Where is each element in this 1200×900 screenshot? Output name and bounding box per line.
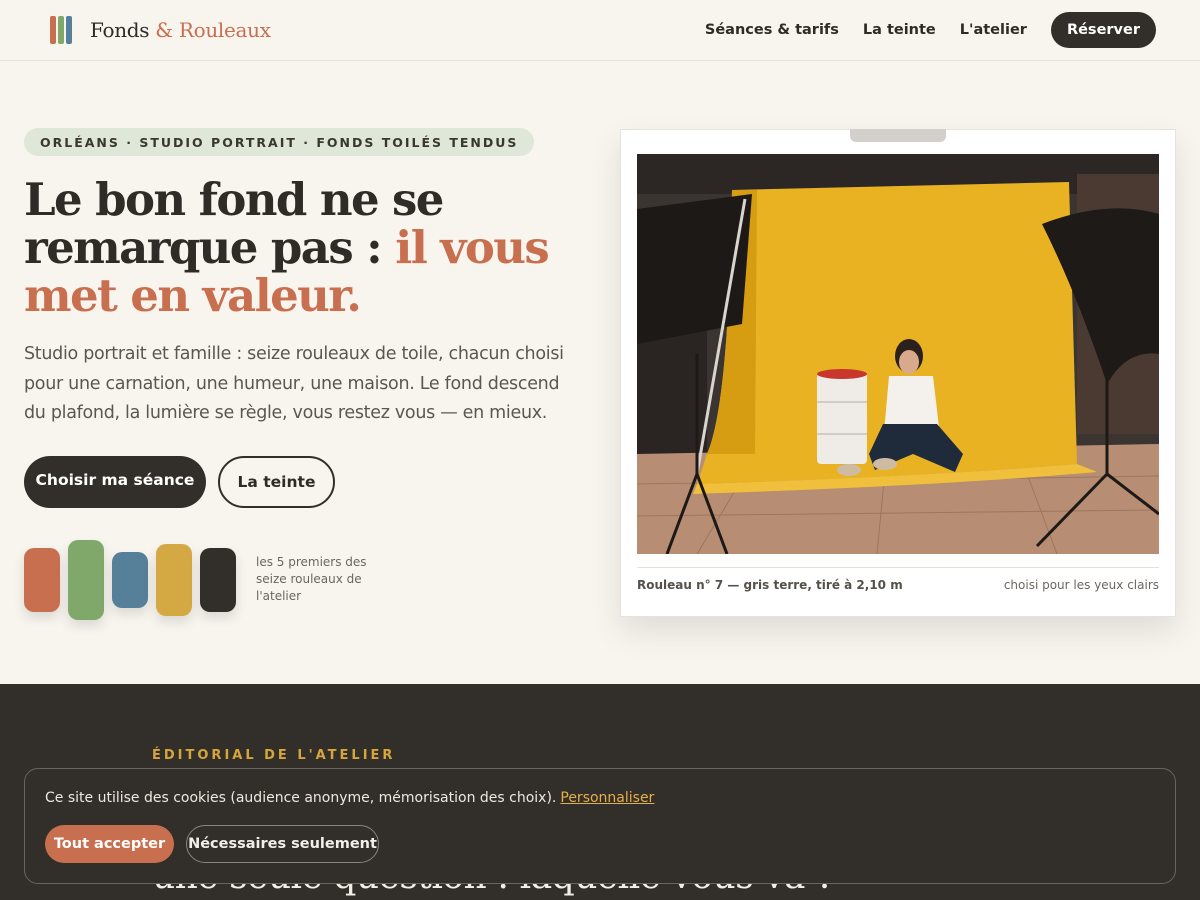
nav-link-atelier[interactable]: L'atelier <box>960 22 1027 38</box>
logo-bar <box>58 16 64 44</box>
studio-photo-illustration <box>637 154 1159 554</box>
roll-swatch-green <box>68 540 104 620</box>
studio-photo <box>637 154 1159 554</box>
necessary-only-button[interactable]: Nécessaires seulement <box>186 825 379 863</box>
cookie-text: Ce site utilise des cookies (audience an… <box>45 790 654 806</box>
logo-bars-icon <box>50 16 72 44</box>
la-teinte-button[interactable]: La teinte <box>218 456 335 508</box>
roll-swatch-mustard <box>156 544 192 616</box>
hero-title: Le bon fond ne se remarque pas : il vous… <box>24 176 584 320</box>
rolls-caption: les 5 premiers des seize rouleaux de l'a… <box>256 555 367 603</box>
roll-swatch-terracotta <box>24 548 60 612</box>
accept-all-button[interactable]: Tout accepter <box>45 825 174 863</box>
photo-caption: Rouleau n° 7 — gris terre, tiré à 2,10 m <box>637 578 903 592</box>
brand-logo[interactable]: Fonds & Rouleaux <box>50 14 271 46</box>
reserve-button[interactable]: Réserver <box>1050 12 1156 48</box>
photo-card-tab <box>850 129 946 142</box>
roll-swatch-charcoal <box>200 548 236 612</box>
cookie-message: Ce site utilise des cookies (audience an… <box>45 790 557 806</box>
logo-bar <box>66 16 72 44</box>
nav-link-teinte[interactable]: La teinte <box>863 22 936 38</box>
brand-name: Fonds <box>90 18 150 42</box>
photo-divider <box>637 567 1159 568</box>
nav-link-seances[interactable]: Séances & tarifs <box>705 22 839 38</box>
hero-title-main: Le bon fond ne se remarque pas : <box>24 173 444 274</box>
site-header: Fonds & Rouleaux Séances & tarifs La tei… <box>0 0 1200 61</box>
editorial-eyebrow: ÉDITORIAL DE L'ATELIER <box>152 748 396 763</box>
logo-bar <box>50 16 56 44</box>
photo-note: choisi pour les yeux clairs <box>1003 578 1159 592</box>
cookie-customize-link[interactable]: Personnaliser <box>560 790 654 806</box>
choose-session-button[interactable]: Choisir ma séance <box>24 456 206 508</box>
photo-card: Rouleau n° 7 — gris terre, tiré à 2,10 m… <box>620 129 1176 617</box>
hero-eyebrow: ORLÉANS · STUDIO PORTRAIT · FONDS TOILÉS… <box>24 128 535 156</box>
hero-lead: Studio portrait et famille : seize roule… <box>24 344 564 423</box>
roll-swatch-blue <box>112 552 148 608</box>
main-nav: Séances & tarifs La teinte L'atelier Rés… <box>705 12 1156 48</box>
cookie-banner: Ce site utilise des cookies (audience an… <box>24 768 1176 884</box>
brand-name-accent: & Rouleaux <box>155 18 271 42</box>
